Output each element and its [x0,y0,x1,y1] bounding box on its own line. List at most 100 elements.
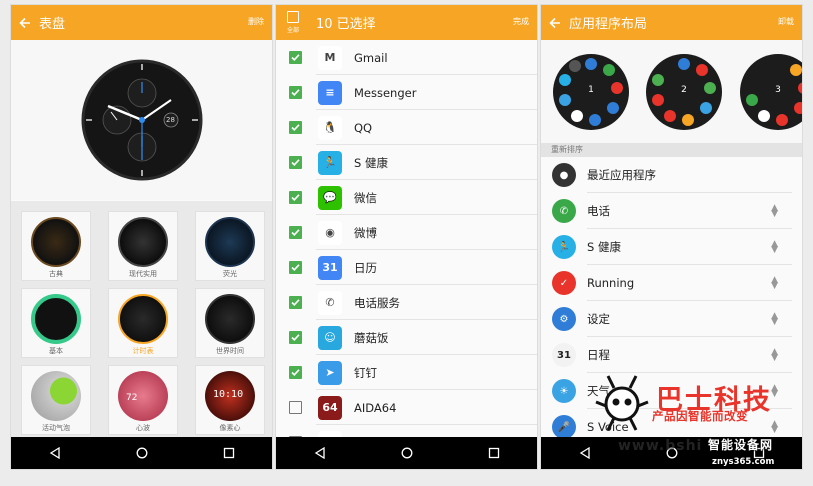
layout-page-3[interactable]: 3 [740,54,802,130]
robot-mascot-icon [595,375,649,431]
face-label: 心波 [136,424,150,432]
watch-face-heart-wave[interactable]: 72 心波 [108,365,178,435]
checkbox-checked-icon[interactable] [289,121,302,134]
watch-face-pixel-heart[interactable]: 10:10 像素心 [195,365,265,435]
reorder-list-item[interactable]: ✆ 电话 ▲ ▼ [541,193,802,229]
app-list-item[interactable]: ➤AirDroid [276,425,537,437]
selection-count-title: 10 已选择 [316,17,376,32]
select-all-checkbox[interactable]: 全部 [276,5,310,40]
drag-handle-icon[interactable]: ▲ ▼ [771,276,778,291]
layout-page-2[interactable]: 2 [646,54,722,130]
pixel-heart-dial-icon: 10:10 [205,371,255,421]
reorder-list-item[interactable]: ● 最近应用程序 [541,157,802,193]
checkbox-checked-icon[interactable] [289,191,302,204]
heart-value: 72 [126,393,138,403]
layout-page-number: 3 [775,85,781,95]
app-list-item[interactable]: ≡ Messenger [276,75,537,110]
app-list-item[interactable]: ✆ 电话服务 [276,285,537,320]
checkbox-checked-icon[interactable] [289,261,302,274]
watch-face-basic[interactable]: 基本 [21,288,91,358]
nav-recents-icon[interactable] [488,444,500,463]
checkbox-checked-icon[interactable] [289,296,302,309]
app-bar: 全部 10 已选择 完成 [276,5,537,40]
app-list-item[interactable]: ◉ 微博 [276,215,537,250]
checkbox-checked-icon[interactable] [289,51,302,64]
checkbox-checked-icon[interactable] [289,86,302,99]
watch-face-fluorescent[interactable]: 荧光 [195,211,265,281]
date-window: 28 [166,116,175,124]
nav-home-icon[interactable] [401,444,413,463]
app-list-item[interactable]: ➤ 钉钉 [276,355,537,390]
phone-icon: ✆ [318,290,342,315]
app-list-item[interactable]: M Gmail [276,40,537,75]
page-title: 表盘 [39,17,66,32]
wechat-icon: 💬 [318,185,342,210]
drag-handle-icon[interactable]: ▲ ▼ [771,204,778,219]
nav-recents-icon[interactable] [223,444,235,463]
dingtalk-icon: ➤ [318,360,342,385]
checkbox-checked-icon[interactable] [289,226,302,239]
weibo-icon: ◉ [318,220,342,245]
nav-home-icon[interactable] [136,444,148,463]
app-list-item[interactable]: 31 日历 [276,250,537,285]
app-name: 电话 [587,204,610,218]
uninstall-button[interactable]: 卸载 [778,16,794,27]
app-list-item[interactable]: 💬 微信 [276,180,537,215]
watch-face-classic[interactable]: 古典 [21,211,91,281]
chronograph-watch-face [81,59,203,181]
reorder-list-item[interactable]: 🏃 S 健康 ▲ ▼ [541,229,802,265]
watch-face-world-time[interactable]: 世界时间 [195,288,265,358]
phone-icon: ✆ [552,199,576,223]
drag-handle-icon[interactable]: ▲ ▼ [771,312,778,327]
watch-face-chronograph[interactable]: 计时表 [108,288,178,358]
app-list-item[interactable]: ☺ 蘑菇饭 [276,320,537,355]
watch-face-modern-utility[interactable]: 现代实用 [108,211,178,281]
drag-handle-icon[interactable]: ▲ ▼ [771,348,778,363]
recent-apps-icon: ● [552,163,576,187]
checkbox-icon [287,11,299,23]
watermark-site-name: 智能设备网 [708,438,774,452]
aida64-icon: 64 [318,395,342,420]
nav-back-icon[interactable] [314,444,326,463]
classic-dial-icon [31,217,81,267]
checkbox-checked-icon[interactable] [289,331,302,344]
drag-handle-icon[interactable]: ▲ ▼ [771,240,778,255]
pixel-time: 10:10 [213,389,244,400]
app-name: Messenger [354,85,417,100]
reorder-list-item[interactable]: ⚙ 设定 ▲ ▼ [541,301,802,337]
app-list-item[interactable]: 🏃 S 健康 [276,145,537,180]
app-name: 钉钉 [354,365,377,380]
app-list-item[interactable]: 🐧 QQ [276,110,537,145]
watermark-site-url: znys365.com [712,457,775,467]
back-button[interactable] [11,5,39,40]
calendar-icon: 31 [552,343,576,367]
checkbox-unchecked-icon[interactable] [289,401,302,414]
reorder-list-item[interactable]: ✓ Running ▲ ▼ [541,265,802,301]
app-name: 最近应用程序 [587,168,656,182]
checkbox-checked-icon[interactable] [289,366,302,379]
app-list-item[interactable]: 64 AIDA64 [276,390,537,425]
app-name: 日程 [587,348,610,362]
nav-back-icon[interactable] [49,444,61,463]
checkbox-checked-icon[interactable] [289,156,302,169]
activity-bubble-dial-icon [31,371,81,421]
app-name: 电话服务 [354,295,400,310]
app-name: S 健康 [354,155,388,170]
nav-back-icon[interactable] [579,444,591,463]
system-nav-bar [276,437,537,469]
face-label-selected: 计时表 [132,347,154,355]
delete-button[interactable]: 删除 [248,16,264,27]
modern-utility-dial-icon [118,217,168,267]
s-health-icon: 🏃 [552,235,576,259]
reorder-list-item[interactable]: 31 日程 ▲ ▼ [541,337,802,373]
settings-icon: ⚙ [552,307,576,331]
weather-icon: ☀ [552,379,576,403]
app-name: S 健康 [587,240,621,254]
select-all-label: 全部 [286,27,299,34]
back-button[interactable] [541,5,569,40]
s-health-icon: 🏃 [318,150,342,175]
app-bar: 应用程序布局 卸载 [541,5,802,40]
layout-page-1[interactable]: 1 [553,54,629,130]
watch-face-activity-bubble[interactable]: 活动气泡 [21,365,91,435]
done-button[interactable]: 完成 [513,16,529,27]
